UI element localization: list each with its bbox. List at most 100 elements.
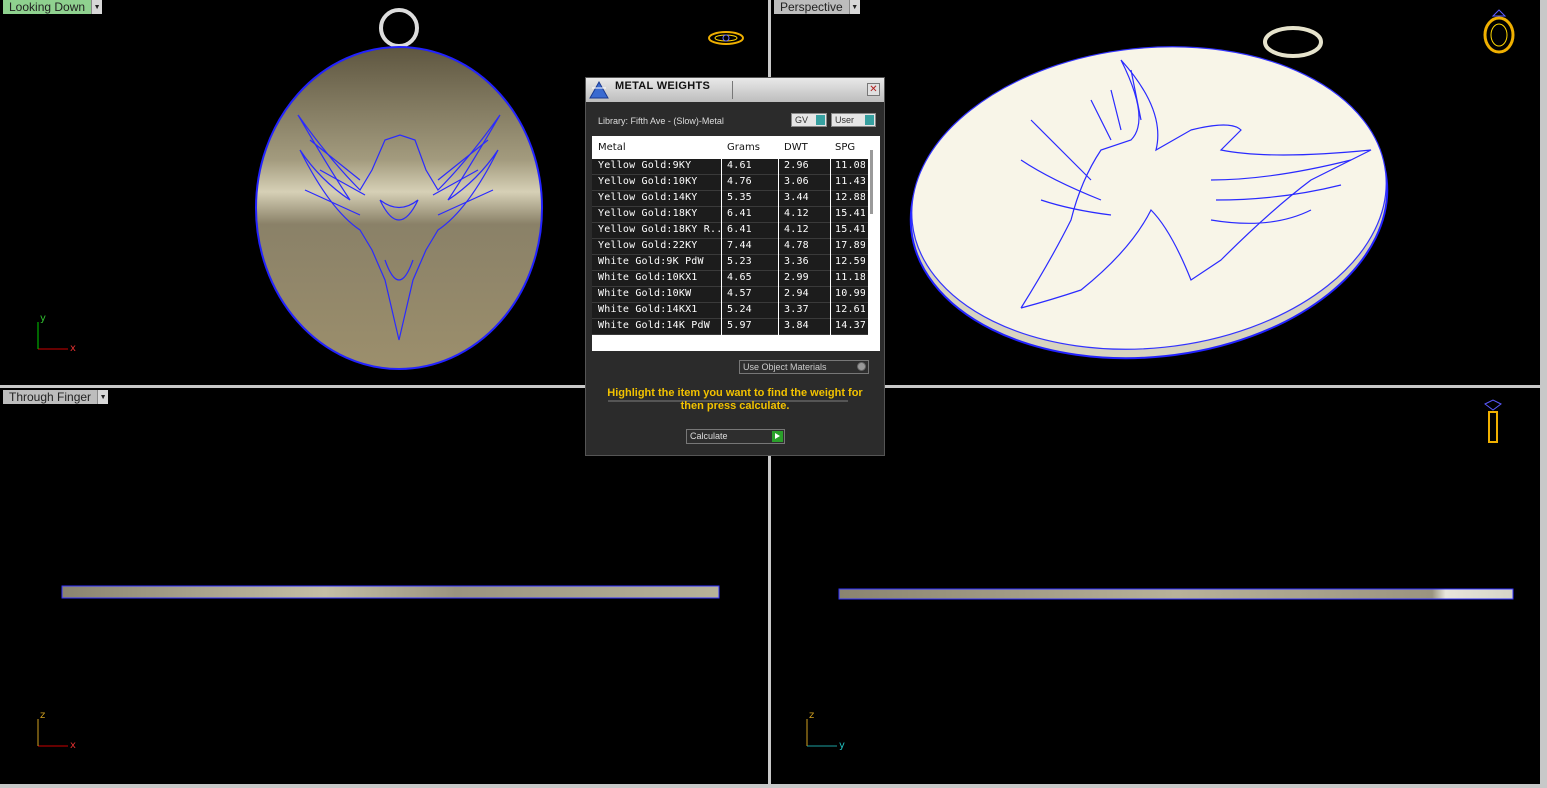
metal-table[interactable]: Metal Grams DWT SPG Yellow Gold:9KY 4.61 2… [592, 136, 880, 402]
column-divider [830, 287, 831, 303]
table-row[interactable]: White Gold:14K PdW 5.97 3.84 14.37 [592, 319, 868, 335]
column-divider [830, 159, 831, 175]
svg-text:z: z [809, 710, 814, 721]
column-divider [778, 191, 779, 207]
vertical-scrollbar[interactable] [870, 150, 873, 214]
column-divider [830, 319, 831, 335]
column-divider [721, 319, 722, 335]
table-row[interactable]: White Gold:14KX1 5.24 3.37 12.61 [592, 303, 868, 319]
calculate-button[interactable]: Calculate [686, 429, 785, 444]
dialog-titlebar[interactable]: METAL WEIGHTS ✕ [586, 78, 884, 102]
cell-dwt: 2.96 [784, 160, 809, 171]
cell-metal: Yellow Gold:22KY [598, 240, 698, 251]
cell-spg: 15.41 [835, 224, 865, 235]
cell-spg: 15.41 [835, 208, 865, 219]
cell-grams: 5.35 [727, 192, 752, 203]
cell-metal: Yellow Gold:9KY [598, 160, 692, 171]
col-metal[interactable]: Metal [598, 142, 626, 153]
table-row[interactable]: White Gold:9K PdW 5.23 3.36 12.59 [592, 255, 868, 271]
toggle-indicator-icon [816, 115, 825, 125]
table-row[interactable]: Yellow Gold:9KY 4.61 2.96 11.08 [592, 159, 868, 175]
cell-dwt: 4.12 [784, 224, 809, 235]
user-label: User [835, 115, 855, 125]
column-divider [778, 255, 779, 271]
column-divider [721, 175, 722, 191]
cell-metal: White Gold:14K PdW [598, 320, 710, 331]
ring-view-icon [708, 31, 744, 45]
viewport-perspective[interactable]: Perspective ▼ [771, 0, 1540, 385]
column-divider [830, 223, 831, 239]
cell-spg: 12.59 [835, 256, 865, 267]
column-divider [778, 303, 779, 319]
svg-text:y: y [839, 740, 845, 751]
table-row[interactable]: White Gold:10KX1 4.65 2.99 11.18 [592, 271, 868, 287]
cell-spg: 11.43 [835, 176, 865, 187]
column-divider [830, 303, 831, 319]
cell-metal: Yellow Gold:10KY [598, 176, 698, 187]
column-divider [721, 191, 722, 207]
column-divider [721, 303, 722, 319]
title-separator [732, 81, 733, 99]
cell-spg: 12.61 [835, 304, 865, 315]
column-divider [721, 223, 722, 239]
cell-metal: White Gold:10KX1 [598, 272, 698, 283]
column-divider [721, 271, 722, 287]
column-divider [778, 319, 779, 335]
calculate-label: Calculate [690, 431, 728, 441]
cell-dwt: 4.12 [784, 208, 809, 219]
viewport-side[interactable]: y z [771, 388, 1540, 784]
play-icon [772, 431, 783, 442]
column-divider [830, 239, 831, 255]
cell-grams: 7.44 [727, 240, 752, 251]
column-divider [778, 271, 779, 287]
cell-metal: White Gold:14KX1 [598, 304, 698, 315]
close-button[interactable]: ✕ [867, 83, 880, 96]
library-label: Library: Fifth Ave - (Slow)-Metal [598, 116, 724, 126]
table-row[interactable]: Yellow Gold:22KY 7.44 4.78 17.89 [592, 239, 868, 255]
svg-text:z: z [40, 710, 45, 721]
cell-grams: 4.57 [727, 288, 752, 299]
cell-grams: 4.76 [727, 176, 752, 187]
cell-spg: 17.89 [835, 240, 865, 251]
cell-grams: 4.65 [727, 272, 752, 283]
cell-dwt: 2.99 [784, 272, 809, 283]
cell-metal: Yellow Gold:18KY R... [598, 224, 720, 235]
col-spg[interactable]: SPG [835, 142, 855, 153]
cell-grams: 6.41 [727, 224, 752, 235]
column-divider [778, 287, 779, 303]
col-dwt[interactable]: DWT [784, 142, 808, 153]
cell-grams: 4.61 [727, 160, 752, 171]
scale-icon [589, 80, 609, 99]
column-divider [830, 255, 831, 271]
table-row[interactable]: White Gold:10KW 4.57 2.94 10.99 [592, 287, 868, 303]
column-divider [778, 159, 779, 175]
gv-label: GV [795, 115, 809, 125]
cell-spg: 12.88 [835, 192, 865, 203]
cell-metal: White Gold:9K PdW [598, 256, 704, 267]
column-divider [778, 175, 779, 191]
column-divider [778, 223, 779, 239]
cell-dwt: 2.94 [784, 288, 809, 299]
cell-grams: 5.24 [727, 304, 752, 315]
cell-dwt: 3.36 [784, 256, 809, 267]
table-row[interactable]: Yellow Gold:10KY 4.76 3.06 11.43 [592, 175, 868, 191]
cell-spg: 14.37 [835, 320, 865, 331]
cell-grams: 6.41 [727, 208, 752, 219]
table-row[interactable]: Yellow Gold:18KY 6.41 4.12 15.41 [592, 207, 868, 223]
column-divider [830, 175, 831, 191]
use-object-materials-toggle[interactable]: Use Object Materials [739, 360, 869, 374]
col-grams[interactable]: Grams [727, 142, 760, 153]
axis-gizmo-icon [37, 322, 68, 350]
svg-text:y: y [40, 313, 46, 324]
axis-gizmo-icon [37, 719, 68, 747]
user-toggle[interactable]: User [831, 113, 876, 127]
column-divider [830, 191, 831, 207]
cell-dwt: 3.37 [784, 304, 809, 315]
column-divider [830, 207, 831, 223]
column-divider [721, 207, 722, 223]
table-row[interactable]: Yellow Gold:14KY 5.35 3.44 12.88 [592, 191, 868, 207]
cell-dwt: 3.06 [784, 176, 809, 187]
column-divider [721, 255, 722, 271]
gv-toggle[interactable]: GV [791, 113, 827, 127]
table-row[interactable]: Yellow Gold:18KY R... 6.41 4.12 15.41 [592, 223, 868, 239]
